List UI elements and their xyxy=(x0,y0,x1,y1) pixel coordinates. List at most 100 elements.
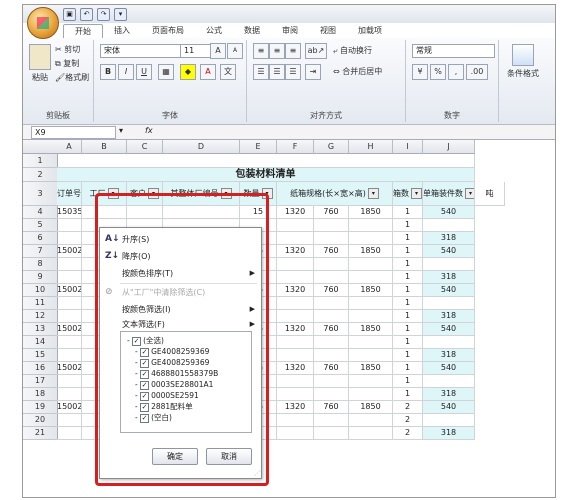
copy-button[interactable]: ⧉ 复制 xyxy=(55,58,79,69)
font-size-combo[interactable]: 11 xyxy=(180,44,211,58)
filter-list-item[interactable]: - ✓ 0000SE2591 xyxy=(135,391,199,401)
table-cell[interactable] xyxy=(277,388,314,401)
table-cell[interactable] xyxy=(314,388,349,401)
table-cell[interactable] xyxy=(423,336,475,349)
row-header-21[interactable]: 21 xyxy=(23,427,58,440)
column-header-B[interactable]: B xyxy=(82,140,127,154)
sort-desc-item[interactable]: Z↓ 降序(O) xyxy=(100,249,261,264)
table-cell[interactable]: 540 xyxy=(423,206,475,219)
table-cell[interactable] xyxy=(349,427,393,440)
table-cell[interactable]: 540 xyxy=(423,401,475,414)
table-cell[interactable]: 150023 xyxy=(57,284,82,297)
header-process[interactable]: 工厂 ▾ xyxy=(82,182,127,206)
table-cell[interactable] xyxy=(57,427,82,440)
row-header-9[interactable]: 9 xyxy=(23,271,58,284)
filter-list-item[interactable]: - ✓ GE4008259369 xyxy=(135,347,209,357)
filter-by-color-item[interactable]: 按颜色筛选(I) ▶ xyxy=(100,302,261,317)
table-cell[interactable] xyxy=(277,258,314,271)
filter-list-item[interactable]: - ✓ 0003SE28801A1 xyxy=(135,380,213,390)
table-cell[interactable]: 540 xyxy=(423,323,475,336)
tab-view[interactable]: 视图 xyxy=(309,24,347,38)
row-header-5[interactable]: 5 xyxy=(23,219,58,232)
column-header-E[interactable]: E xyxy=(240,140,277,154)
table-cell[interactable]: 1320 xyxy=(277,206,314,219)
filter-dropdown-icon[interactable]: ▾ xyxy=(411,188,422,199)
currency-button[interactable]: ¥ xyxy=(412,64,430,80)
align-bottom-button[interactable]: ≡ xyxy=(285,43,303,59)
table-cell[interactable]: 15 xyxy=(240,206,277,219)
table-cell[interactable]: 1320 xyxy=(277,401,314,414)
table-cell[interactable] xyxy=(127,206,163,219)
merge-center-button[interactable]: ⇔ 合并后居中 xyxy=(333,66,382,77)
filter-list-item[interactable]: - ✓ GE4008259369 xyxy=(135,358,209,368)
format-painter-button[interactable]: 🖌格式刷 xyxy=(55,72,89,83)
table-cell[interactable]: 760 xyxy=(314,362,349,375)
table-cell[interactable] xyxy=(57,258,82,271)
checkbox-icon[interactable]: ✓ xyxy=(140,413,150,423)
table-cell[interactable] xyxy=(349,375,393,388)
underline-button[interactable]: U xyxy=(136,64,154,80)
tab-review[interactable]: 审阅 xyxy=(271,24,309,38)
table-cell[interactable] xyxy=(277,232,314,245)
table-cell[interactable]: 1320 xyxy=(277,284,314,297)
checkbox-icon[interactable]: ✓ xyxy=(140,380,150,390)
save-icon[interactable]: ▣ xyxy=(63,8,76,21)
redo-icon[interactable]: ↷ xyxy=(97,8,110,21)
decimal-button[interactable]: .00 xyxy=(466,64,490,80)
table-cell[interactable] xyxy=(423,258,475,271)
undo-icon[interactable]: ↶ xyxy=(80,8,93,21)
table-cell[interactable]: 318 xyxy=(423,349,475,362)
table-cell[interactable]: 318 xyxy=(423,310,475,323)
checkbox-icon[interactable]: ✓ xyxy=(140,358,150,368)
column-header-G[interactable]: G xyxy=(314,140,349,154)
table-cell[interactable]: 1 xyxy=(393,349,423,362)
header-extra[interactable]: 吨 xyxy=(475,182,505,206)
sort-by-color-item[interactable]: 按颜色排序(T) ▶ xyxy=(100,266,261,281)
table-cell[interactable] xyxy=(314,349,349,362)
table-cell[interactable] xyxy=(277,414,314,427)
table-cell[interactable] xyxy=(349,388,393,401)
filter-list-item[interactable]: - ✓ 4688801558379B xyxy=(135,369,218,379)
filter-dropdown-icon[interactable]: ▾ xyxy=(107,188,119,199)
row-header-19[interactable]: 19 xyxy=(23,401,58,414)
indent-button[interactable]: ⇥ xyxy=(305,64,323,80)
table-cell[interactable]: 1 xyxy=(393,258,423,271)
table-cell[interactable] xyxy=(349,349,393,362)
wrap-text-button[interactable]: ⤶ 自动换行 xyxy=(333,45,372,56)
table-cell[interactable] xyxy=(314,271,349,284)
table-cell[interactable]: 540 xyxy=(423,284,475,297)
filter-list-item[interactable]: - ✓ (空白) xyxy=(135,413,172,423)
table-cell[interactable] xyxy=(57,388,82,401)
table-cell[interactable]: 1 xyxy=(393,336,423,349)
table-cell[interactable]: 318 xyxy=(423,271,475,284)
table-cell[interactable] xyxy=(277,297,314,310)
header-order[interactable]: 订单号▾ xyxy=(57,182,82,206)
shrink-font-button[interactable]: A xyxy=(227,43,245,59)
conditional-format-button[interactable]: 条件格式 xyxy=(507,44,539,79)
fx-icon[interactable]: fx xyxy=(145,126,153,135)
table-cell[interactable]: 1 xyxy=(393,362,423,375)
table-cell[interactable]: 760 xyxy=(314,323,349,336)
row-header-15[interactable]: 15 xyxy=(23,349,58,362)
filter-dropdown-icon[interactable]: ▾ xyxy=(465,188,474,199)
tab-insert[interactable]: 插入 xyxy=(103,24,141,38)
ok-button[interactable]: 确定 xyxy=(152,448,198,465)
table-cell[interactable] xyxy=(314,297,349,310)
checkbox-icon[interactable]: ✓ xyxy=(140,391,150,401)
table-cell[interactable] xyxy=(82,206,127,219)
row-header-18[interactable]: 18 xyxy=(23,388,58,401)
table-cell[interactable]: 1850 xyxy=(349,245,393,258)
table-cell[interactable]: 1 xyxy=(393,375,423,388)
header-customer[interactable]: 客户 ▾ xyxy=(127,182,163,206)
checkbox-icon[interactable]: ✓ xyxy=(140,369,150,379)
table-cell[interactable] xyxy=(423,219,475,232)
table-cell[interactable] xyxy=(349,219,393,232)
table-cell[interactable]: 150023 xyxy=(57,323,82,336)
table-cell[interactable] xyxy=(314,219,349,232)
table-cell[interactable] xyxy=(314,310,349,323)
filter-dropdown-icon[interactable]: ▾ xyxy=(148,188,159,199)
font-color-button[interactable]: A xyxy=(200,64,218,80)
filter-list-item[interactable]: - ✓ (全选) xyxy=(127,336,164,346)
paste-button[interactable]: 粘贴 xyxy=(29,44,51,83)
table-cell[interactable]: 1320 xyxy=(277,245,314,258)
